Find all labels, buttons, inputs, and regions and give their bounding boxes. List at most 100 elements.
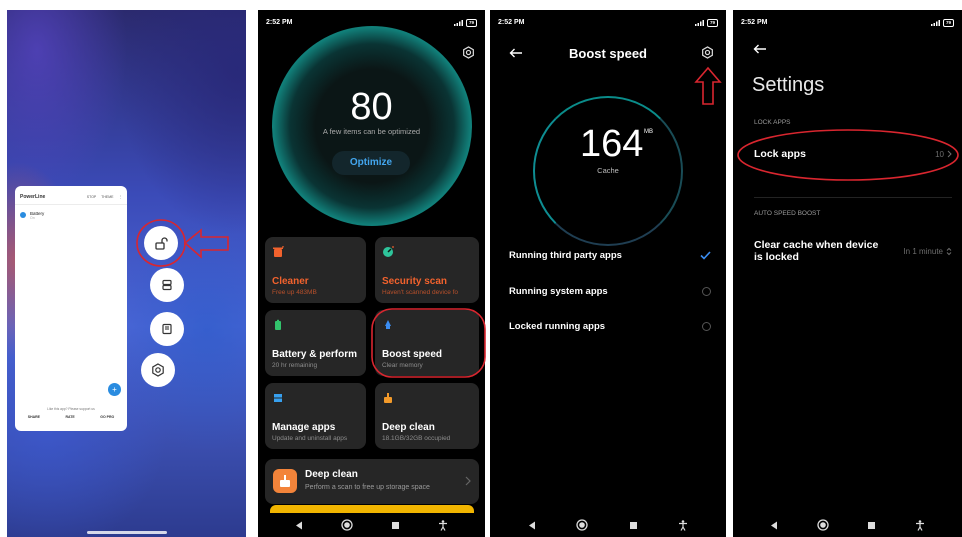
home-nav-icon[interactable] <box>817 519 829 531</box>
theme-action[interactable]: THEME <box>101 195 113 199</box>
option-locked-apps[interactable]: Locked running apps <box>509 321 711 332</box>
option-third-party-apps[interactable]: Running third party apps <box>509 250 711 261</box>
settings-button[interactable] <box>701 46 714 64</box>
settings-icon <box>152 363 164 377</box>
back-nav-icon[interactable] <box>528 521 536 530</box>
tile-security-scan[interactable]: Security scan Haven't scanned device fo <box>375 237 479 303</box>
recents-nav-icon[interactable] <box>867 521 876 530</box>
home-nav-icon[interactable] <box>576 519 589 531</box>
stop-action[interactable]: STOP <box>87 195 96 199</box>
share-button[interactable]: SHARE <box>28 415 40 419</box>
cache-value: 164 <box>580 123 644 165</box>
optimization-score: 80 <box>350 86 393 128</box>
window-icon <box>162 323 172 335</box>
footer-buttons: SHARE RATE GO PRO <box>15 415 127 419</box>
settings-button[interactable] <box>462 46 475 64</box>
lock-apps-row[interactable]: Lock apps 10 <box>754 148 952 160</box>
app-card-actions: STOP THEME ⋮ <box>87 195 122 199</box>
add-fab-button[interactable]: + <box>108 383 121 396</box>
option-label: Running third party apps <box>509 250 622 261</box>
powerline-app-card[interactable]: PowerLine STOP THEME ⋮ Battery On + Like… <box>15 186 127 431</box>
tile-deep-clean[interactable]: Deep clean 18.1GB/32GB occupied <box>375 383 479 449</box>
clear-cache-label-line2: is locked <box>754 251 799 263</box>
split-screen-icon <box>162 279 172 291</box>
signal-icon <box>930 20 940 26</box>
radio-unchecked[interactable] <box>702 322 711 331</box>
navigation-bar <box>490 513 726 537</box>
tile-boost-speed[interactable]: Boost speed Clear memory <box>375 310 479 376</box>
lock-app-button[interactable] <box>144 226 178 260</box>
status-time: 2:52 PM <box>266 19 293 26</box>
banner-sub: Perform a scan to free up storage space <box>305 484 430 491</box>
accessibility-icon[interactable] <box>678 519 688 531</box>
deep-clean-banner[interactable]: Deep clean Perform a scan to free up sto… <box>265 459 479 504</box>
app-card-header: PowerLine STOP THEME ⋮ <box>15 186 127 205</box>
option-system-apps[interactable]: Running system apps <box>509 286 711 297</box>
option-label: Running system apps <box>509 286 608 297</box>
optimize-button[interactable]: Optimize <box>332 151 410 175</box>
clear-cache-row[interactable]: Clear cache when device is locked In 1 m… <box>754 239 952 263</box>
tile-sub: 20 hr remaining <box>272 362 318 369</box>
battery-indicator: 79 <box>465 19 477 27</box>
app-settings-button[interactable] <box>141 353 175 387</box>
go-pro-button[interactable]: GO PRO <box>100 415 114 419</box>
support-note: Like this app? Please support us <box>47 407 95 411</box>
page-title: Settings <box>752 74 825 96</box>
tile-title: Security scan <box>382 276 448 287</box>
settings-icon <box>702 46 713 59</box>
trash-icon <box>273 246 284 257</box>
shield-icon <box>383 246 394 257</box>
clear-cache-value[interactable]: In 1 minute <box>903 247 943 256</box>
updown-chevron-icon <box>946 247 952 255</box>
home-indicator[interactable] <box>87 531 167 534</box>
broom-icon <box>384 393 392 403</box>
tile-manage-apps[interactable]: Manage apps Update and uninstall apps <box>265 383 366 449</box>
status-bar: 2:52 PM 79 <box>741 19 954 27</box>
tile-title: Manage apps <box>272 422 336 433</box>
tile-sub: Free up 483MB <box>272 289 317 296</box>
back-arrow-icon[interactable] <box>753 44 767 54</box>
list-item[interactable]: Battery On <box>15 205 127 226</box>
apps-icon <box>274 394 282 402</box>
recent-apps-screen: PowerLine STOP THEME ⋮ Battery On + Like… <box>7 10 246 537</box>
tile-title: Battery & perform <box>272 349 358 360</box>
split-screen-button[interactable] <box>150 268 184 302</box>
security-home-screen: 2:52 PM 79 80 A few items can be optimiz… <box>258 10 485 537</box>
battery-icon <box>20 212 26 218</box>
settings-screen: 2:52 PM 79 Settings LOCK APPS Lock apps … <box>733 10 962 537</box>
list-item-sub: On <box>30 216 35 220</box>
cache-unit: MB <box>644 129 653 135</box>
option-label: Locked running apps <box>509 321 606 332</box>
checkmark-icon[interactable] <box>700 251 711 260</box>
rate-button[interactable]: RATE <box>65 415 74 419</box>
home-nav-icon[interactable] <box>341 519 353 531</box>
cache-label: Cache <box>597 166 619 175</box>
app-card-title: PowerLine <box>20 194 46 200</box>
boost-speed-screen: 2:52 PM 79 Boost speed 164 MB Cache Runn… <box>490 10 726 537</box>
section-header-auto-speed-boost: AUTO SPEED BOOST <box>754 210 821 217</box>
more-action[interactable]: ⋮ <box>119 195 123 199</box>
app-card-footer: Like this app? Please support us SHARE R… <box>15 404 127 431</box>
status-time: 2:52 PM <box>498 19 525 26</box>
accessibility-icon[interactable] <box>438 519 448 531</box>
battery-indicator: 79 <box>942 19 954 27</box>
recents-nav-icon[interactable] <box>391 521 400 530</box>
radio-unchecked[interactable] <box>702 287 711 296</box>
tile-cleaner[interactable]: Cleaner Free up 483MB <box>265 237 366 303</box>
tile-sub: Update and uninstall apps <box>272 435 348 442</box>
signal-icon <box>694 20 704 26</box>
recents-nav-icon[interactable] <box>629 521 638 530</box>
status-time: 2:52 PM <box>741 19 768 26</box>
navigation-bar <box>733 513 962 537</box>
status-bar: 2:52 PM 79 <box>498 19 718 27</box>
rocket-icon <box>385 320 391 329</box>
back-nav-icon[interactable] <box>770 521 778 530</box>
tile-battery-performance[interactable]: Battery & perform 20 hr remaining <box>265 310 366 376</box>
accessibility-icon[interactable] <box>915 519 925 531</box>
floating-window-button[interactable] <box>150 312 184 346</box>
signal-icon <box>453 20 463 26</box>
unlock-icon <box>155 237 168 250</box>
back-nav-icon[interactable] <box>295 521 303 530</box>
tile-sub: 18.1GB/32GB occupied <box>382 435 451 442</box>
divider <box>754 197 952 198</box>
